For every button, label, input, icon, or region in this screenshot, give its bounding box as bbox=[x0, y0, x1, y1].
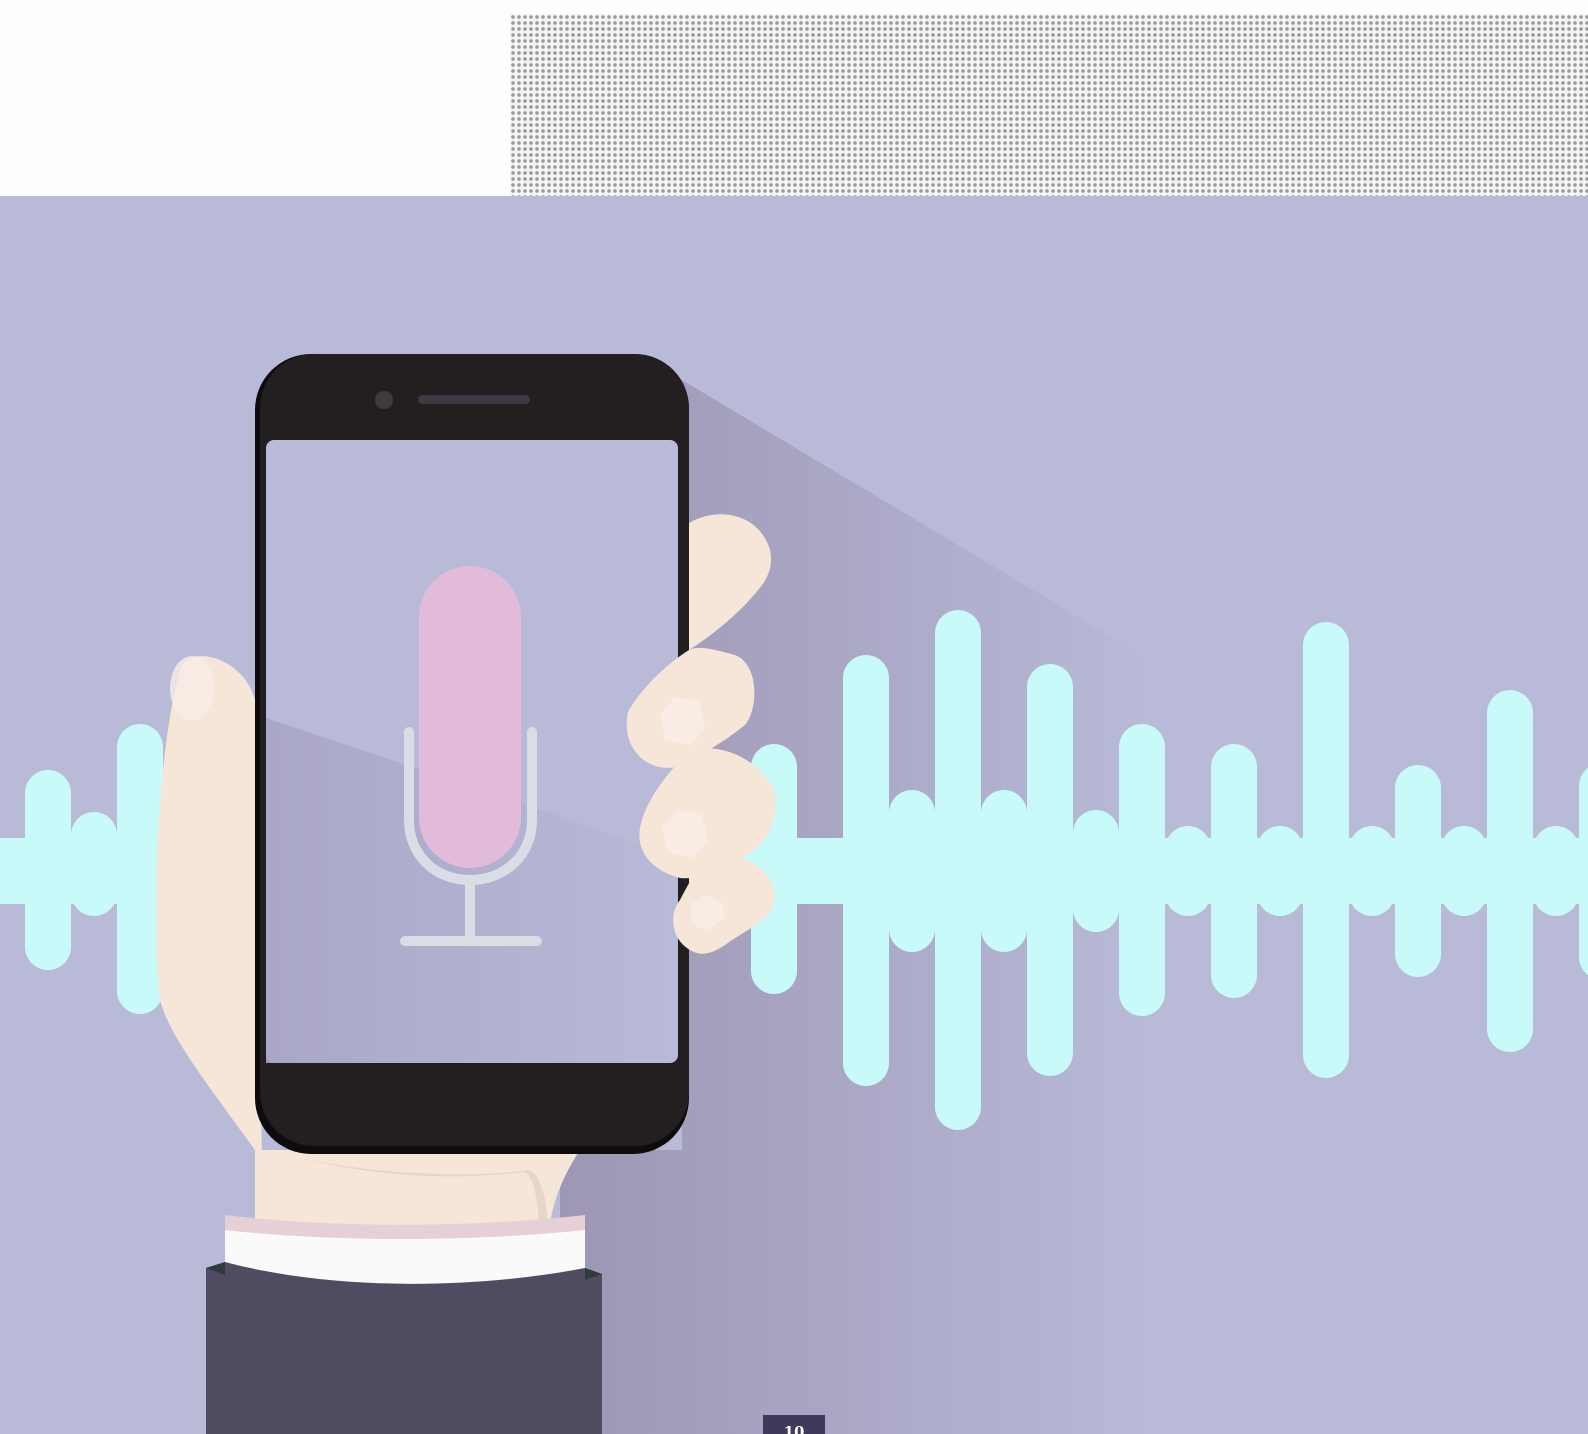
wave-bar bbox=[797, 838, 843, 904]
wave-bar bbox=[1579, 767, 1588, 976]
wave-bar bbox=[1487, 690, 1533, 1052]
wave-bar bbox=[1027, 664, 1073, 1076]
wave-bar bbox=[1533, 826, 1579, 916]
page-number-tab: 10 bbox=[763, 1415, 825, 1434]
wave-bar bbox=[71, 812, 117, 916]
mic-capsule bbox=[419, 566, 521, 868]
wave-bar bbox=[1441, 826, 1487, 916]
earpiece-speaker bbox=[418, 395, 530, 404]
thumb-nail bbox=[170, 656, 214, 720]
wave-bar bbox=[1119, 724, 1165, 1016]
wave-bar bbox=[1211, 744, 1257, 998]
wave-bar bbox=[935, 610, 981, 1130]
mic-base bbox=[400, 936, 542, 946]
front-camera bbox=[375, 391, 393, 409]
wave-bar bbox=[1303, 622, 1349, 1078]
wave-bar bbox=[981, 790, 1027, 952]
wave-bar bbox=[117, 724, 163, 1014]
wave-bar bbox=[1073, 810, 1119, 932]
wave-bar bbox=[1257, 826, 1303, 916]
suit-sleeve bbox=[206, 1262, 602, 1434]
wave-bar bbox=[889, 790, 935, 952]
wave-bar bbox=[843, 655, 889, 1086]
blank-margin bbox=[0, 0, 510, 196]
page-number: 10 bbox=[783, 1423, 805, 1434]
halftone-pattern bbox=[510, 14, 1588, 196]
wave-bar bbox=[25, 770, 71, 970]
wave-bar bbox=[1395, 765, 1441, 977]
mic-stem bbox=[465, 882, 475, 940]
voice-assistant-illustration bbox=[0, 196, 1588, 1434]
wave-bar bbox=[1165, 826, 1211, 916]
wave-bar bbox=[1349, 826, 1395, 916]
